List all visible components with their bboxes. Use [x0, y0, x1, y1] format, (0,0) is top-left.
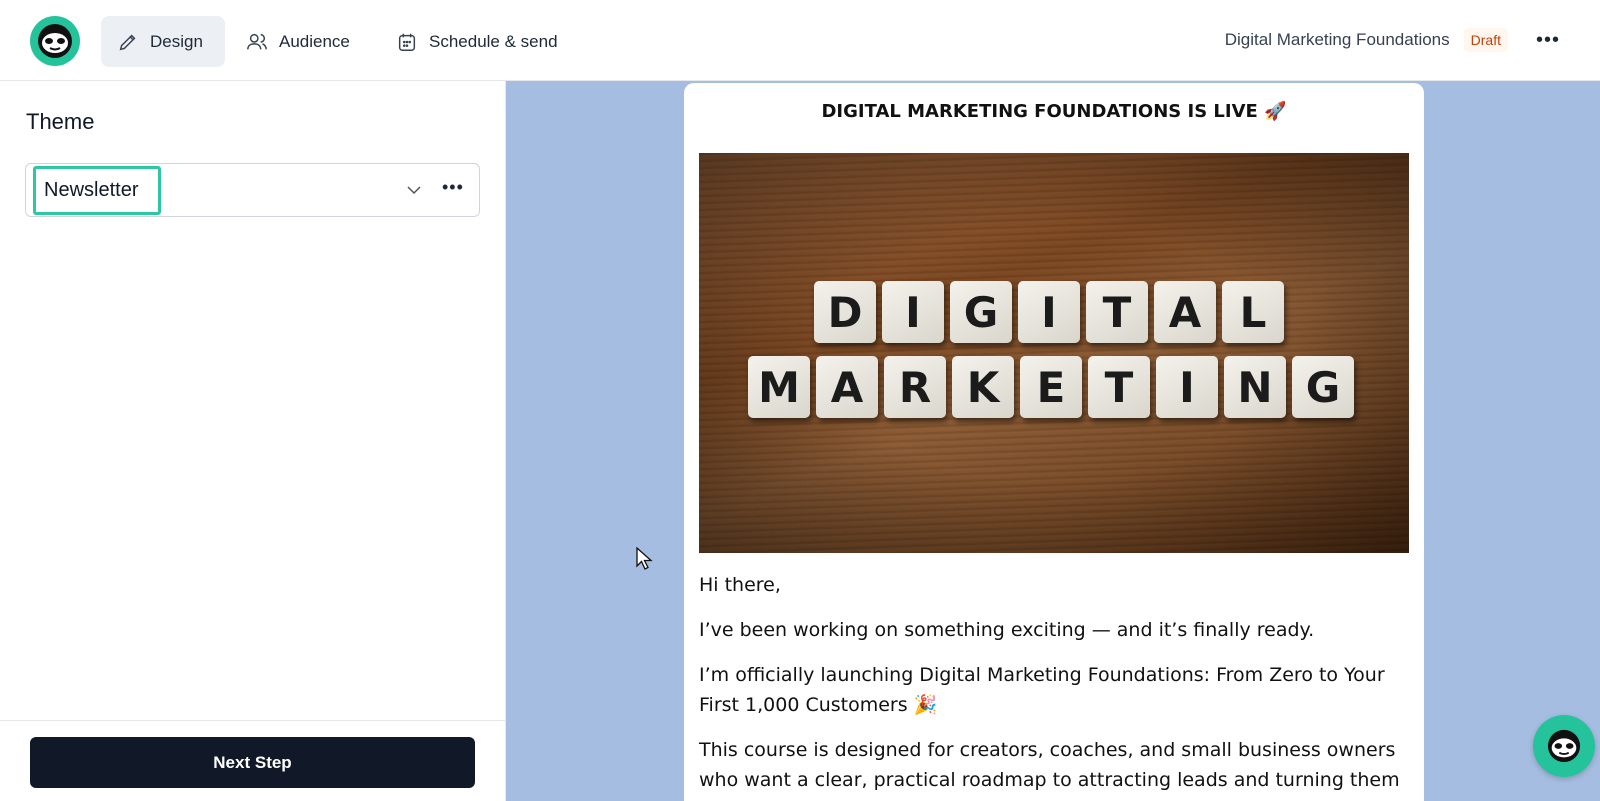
pencil-icon	[119, 34, 136, 50]
top-bar: Design Audience Schedule & send Digital …	[0, 0, 1600, 81]
image-vignette	[699, 153, 1409, 553]
email-body: Hi there, I’ve been working on something…	[699, 570, 1411, 801]
email-paragraph: This course is designed for creators, co…	[699, 739, 1400, 801]
sloth-chat-icon	[1547, 729, 1581, 763]
letter-tile: G	[950, 281, 1012, 343]
letter-tile: I	[882, 281, 944, 343]
letter-tile: G	[1292, 356, 1354, 418]
letter-tile: I	[1018, 281, 1080, 343]
letter-tile: E	[1020, 356, 1082, 418]
mouse-cursor-icon	[636, 547, 653, 570]
tile-row-digital: DIGITAL	[814, 281, 1284, 343]
status-badge: Draft	[1463, 28, 1508, 52]
tab-audience-label: Audience	[279, 31, 350, 51]
tab-audience[interactable]: Audience	[230, 16, 366, 67]
next-step-button[interactable]: Next Step	[30, 737, 475, 788]
tab-schedule-send[interactable]: Schedule & send	[380, 16, 574, 67]
users-icon	[247, 33, 267, 49]
campaign-title[interactable]: Digital Marketing Foundations	[1225, 30, 1450, 50]
email-paragraph: I’m officially launching Digital Marketi…	[699, 664, 1385, 716]
email-greeting: Hi there,	[699, 574, 781, 596]
email-subject: DIGITAL MARKETING FOUNDATIONS IS LIVE 🚀	[821, 101, 1287, 122]
letter-tile: R	[884, 356, 946, 418]
more-options-icon[interactable]: •••	[1536, 29, 1560, 52]
campaign-header: Digital Marketing Foundations Draft •••	[1225, 28, 1560, 52]
letter-tile: K	[952, 356, 1014, 418]
sloth-logo-icon	[38, 24, 72, 58]
theme-select[interactable]: Newsletter •••	[25, 163, 480, 217]
tile-row-marketing: MARKETING	[748, 356, 1354, 418]
letter-tile: L	[1222, 281, 1284, 343]
tab-design-label: Design	[150, 31, 203, 51]
hero-image[interactable]: DIGITAL MARKETING	[699, 153, 1409, 553]
letter-tile: I	[1156, 356, 1218, 418]
email-card: DIGITAL MARKETING FOUNDATIONS IS LIVE 🚀 …	[684, 83, 1424, 801]
sidebar-title: Theme	[26, 109, 95, 134]
calendar-icon	[398, 33, 416, 51]
letter-tile: T	[1086, 281, 1148, 343]
sidebar: Theme Newsletter ••• Next Step	[0, 81, 506, 801]
theme-options-icon[interactable]: •••	[442, 177, 464, 198]
letter-tile: M	[748, 356, 810, 418]
tab-schedule-send-label: Schedule & send	[429, 31, 558, 51]
chat-widget-button[interactable]	[1533, 715, 1595, 777]
letter-tile: N	[1224, 356, 1286, 418]
letter-tile: A	[816, 356, 878, 418]
app-logo[interactable]	[30, 16, 80, 66]
email-preview-area: DIGITAL MARKETING FOUNDATIONS IS LIVE 🚀 …	[506, 81, 1600, 801]
letter-tile: D	[814, 281, 876, 343]
tab-design[interactable]: Design	[101, 16, 225, 67]
chevron-down-icon[interactable]	[406, 182, 422, 198]
sidebar-footer: Next Step	[0, 720, 505, 801]
letter-tile: A	[1154, 281, 1216, 343]
theme-select-value[interactable]: Newsletter	[33, 166, 161, 215]
email-paragraph: I’ve been working on something exciting …	[699, 619, 1315, 641]
letter-tile: T	[1088, 356, 1150, 418]
